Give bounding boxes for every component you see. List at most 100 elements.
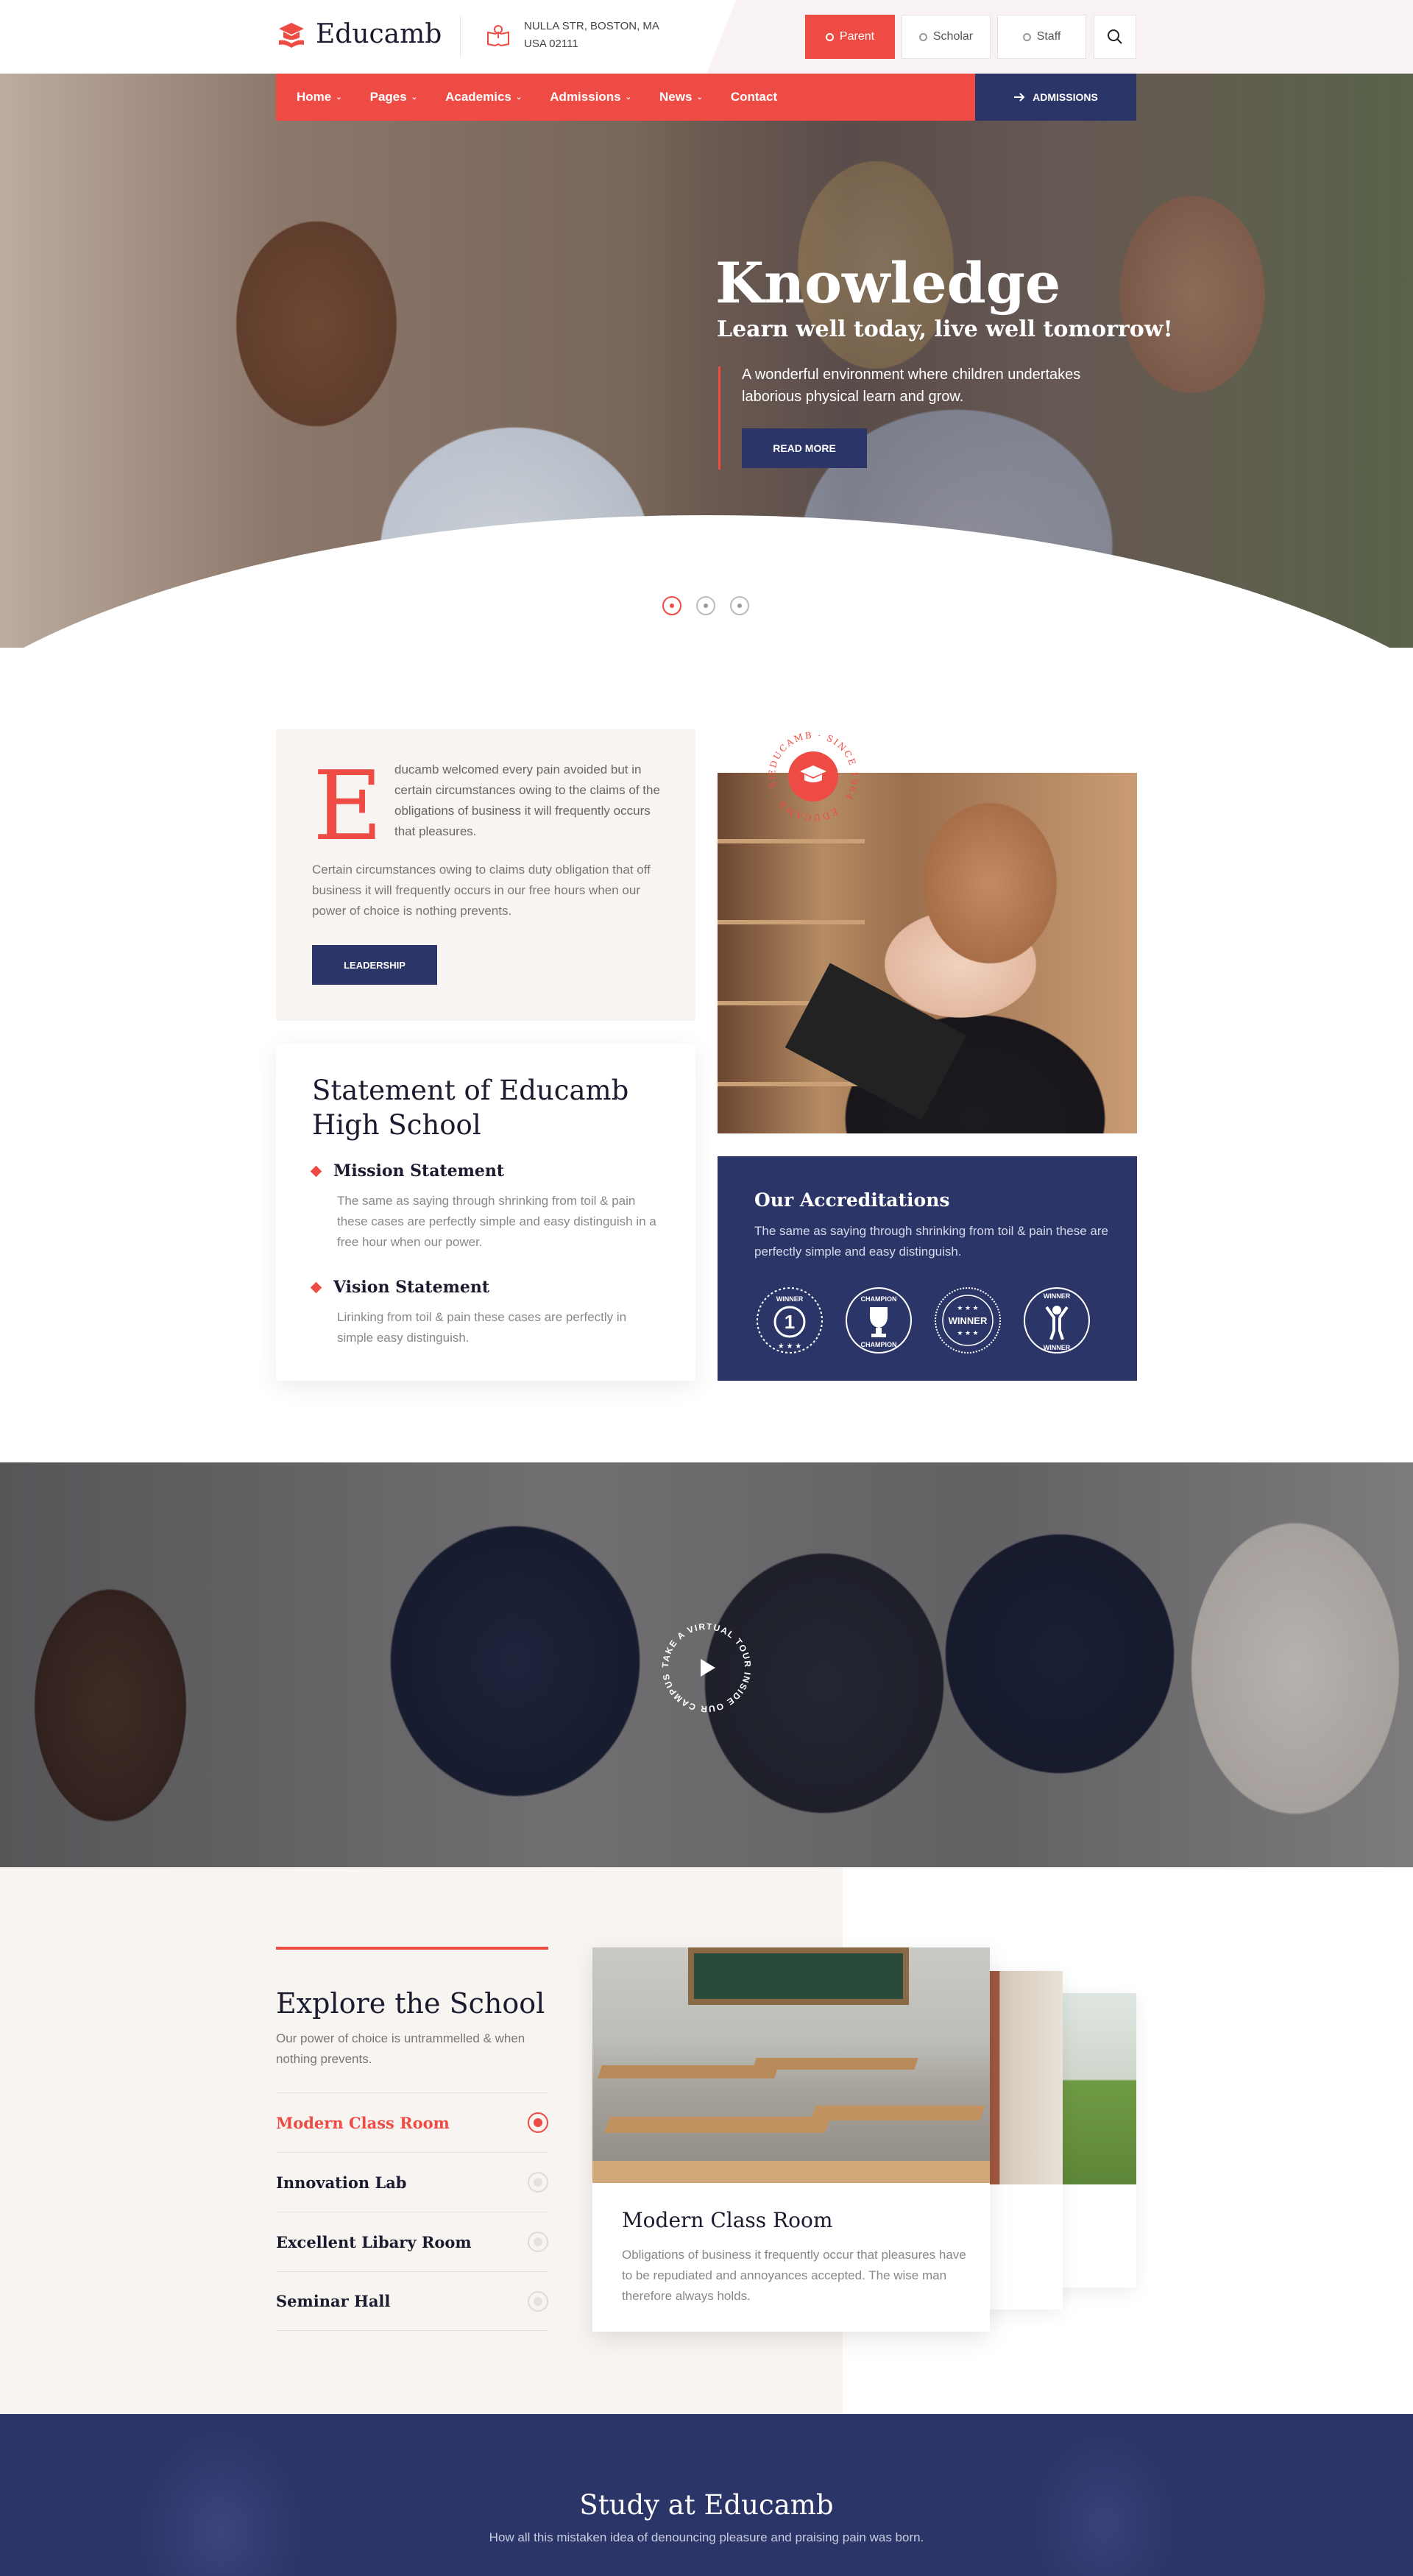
logo-text: Educamb [316,19,442,49]
radio-icon [528,2232,548,2252]
tab-modern-class-room[interactable]: Modern Class Room [276,2092,548,2152]
card-text: Obligations of business it frequently oc… [622,2248,966,2303]
accreditations-text: The same as saying through shrinking fro… [754,1224,1108,1259]
vision-text: Lirinking from toil & pain these cases a… [337,1310,627,1345]
address-line-1: NULLA STR, BOSTON, MA [524,20,659,32]
winner-figure-icon: WINNER WINNER [1024,1287,1090,1354]
nav-label: Admissions [550,90,621,104]
study-subtitle: How all this mistaken idea of denouncing… [489,2530,924,2544]
accreditations-panel: Our Accreditations The same as saying th… [718,1156,1137,1381]
nav-item-contact[interactable]: Contact [731,90,777,105]
shelf [718,839,865,843]
nav-label: Home [297,90,332,104]
open-book [785,963,967,1120]
admissions-button[interactable]: ADMISSIONS [975,74,1136,121]
read-more-button[interactable]: READ MORE [742,428,867,468]
address-line-2: USA 02111 [524,38,578,50]
award-label: WINNER [776,1295,804,1303]
main-nav: Home ⌄ Pages ⌄ Academics ⌄ Admissions ⌄ News… [276,74,975,121]
radio-dot-icon [1022,32,1031,41]
chevron-down-icon: ⌄ [336,93,342,102]
award-number: 1 [785,1311,795,1333]
hero-title: Knowledge [715,250,1061,316]
tab-seminar-hall[interactable]: Seminar Hall [276,2271,548,2331]
accreditations-title: Our Accreditations [754,1189,950,1211]
about-paragraph-1: ducamb welcomed every pain avoided but i… [394,762,660,838]
about-paragraph-2: Certain circumstances owing to claims du… [312,863,651,918]
site-header: Educamb NULLA STR, BOSTON, MA USA 02111 … [0,0,1413,74]
role-label: Parent [839,30,875,43]
statement-card: Statement of Educamb High School Mission… [276,1044,695,1381]
tab-library-room[interactable]: Excellent Libary Room [276,2212,548,2271]
radio-icon [528,2172,548,2193]
logo[interactable]: Educamb [276,19,442,49]
nav-item-news[interactable]: News ⌄ [659,90,703,105]
tab-label: Innovation Lab [276,2173,407,2192]
award-label: WINNER [1044,1344,1071,1351]
award-label: CHAMPION [861,1295,897,1303]
nav-label: Pages [369,90,407,104]
role-button-staff[interactable]: Staff [997,15,1086,59]
student-reading-photo [718,773,1137,1133]
radio-dot-icon [918,32,927,41]
role-label: Scholar [932,30,974,43]
dropcap: E [313,750,383,862]
explore-accent-line [276,1947,548,1950]
award-stars: ★ ★ ★ [957,1304,978,1312]
slider-dots [662,596,749,615]
award-stars: ★ ★ ★ [957,1329,978,1337]
mission-text: The same as saying through shrinking fro… [337,1194,656,1249]
nav-label: Academics [445,90,511,104]
winner-medal-icon: WINNER 1 ★ ★ ★ [757,1287,823,1354]
explore-card-modern-class-room[interactable]: Modern Class Room Obligations of busines… [592,1947,990,2332]
nav-item-home[interactable]: Home ⌄ [297,90,342,105]
chevron-down-icon: ⌄ [515,93,523,102]
nav-item-admissions[interactable]: Admissions ⌄ [550,90,631,105]
play-icon [701,1659,715,1677]
role-button-parent[interactable]: Parent [805,15,895,59]
classroom-photo [592,1947,990,2183]
header-address: NULLA STR, BOSTON, MA USA 02111 [486,18,671,53]
slider-dot-3[interactable] [730,596,749,615]
diamond-icon [310,1281,322,1293]
mission-title: Mission Statement [333,1161,505,1181]
leadership-button[interactable]: LEADERSHIP [312,945,437,985]
nav-item-pages[interactable]: Pages ⌄ [370,90,417,105]
chevron-down-icon: ⌄ [696,93,703,102]
search-button[interactable] [1094,15,1136,59]
nav-label: News [659,90,693,104]
shelf [718,1082,865,1086]
admissions-label: ADMISSIONS [1033,91,1098,103]
slider-dot-1[interactable] [662,596,681,615]
study-title: Study at Educamb [579,2489,834,2521]
nav-item-academics[interactable]: Academics ⌄ [445,90,522,105]
role-button-scholar[interactable]: Scholar [902,15,991,59]
study-section: Study at Educamb How all this mistaken i… [0,2414,1413,2576]
slider-dot-2[interactable] [696,596,715,615]
logo-icon [279,22,304,48]
vision-heading: Vision Statement [310,1278,490,1297]
radio-icon [528,2112,548,2133]
award-label: WINNER [949,1315,988,1326]
award-label: WINNER [1044,1292,1071,1300]
virtual-tour-play-button[interactable]: TAKE A VIRTUAL TOUR INSIDE OUR CAMPUS · [655,1616,758,1719]
statement-title: Statement of Educamb High School [312,1075,629,1141]
vision-title: Vision Statement [333,1278,490,1297]
hero-accent-bar [718,367,720,470]
arrow-right-icon [1014,93,1025,102]
radio-dot-icon [825,32,834,41]
explore-title: Explore the School [276,1987,545,2020]
header-divider [460,16,461,57]
champion-trophy-icon: CHAMPION CHAMPION [846,1287,912,1354]
since-badge: EDUCAMB · SINCE 1964 · EDUCAMB · SINCE 1… [765,729,858,823]
award-label: CHAMPION [861,1341,897,1348]
chevron-down-icon: ⌄ [625,93,632,102]
hero-description: A wonderful environment where children u… [742,367,1081,405]
tab-innovation-lab[interactable]: Innovation Lab [276,2152,548,2212]
winner-badge-icon: ★ ★ ★ WINNER ★ ★ ★ [935,1287,1001,1354]
map-book-icon [487,25,509,47]
hero-slider: Knowledge Learn well today, live well to… [0,74,1413,648]
shelf [718,920,865,924]
tab-label: Modern Class Room [276,2113,450,2132]
svg-text:★ ★ ★: ★ ★ ★ [778,1342,801,1351]
